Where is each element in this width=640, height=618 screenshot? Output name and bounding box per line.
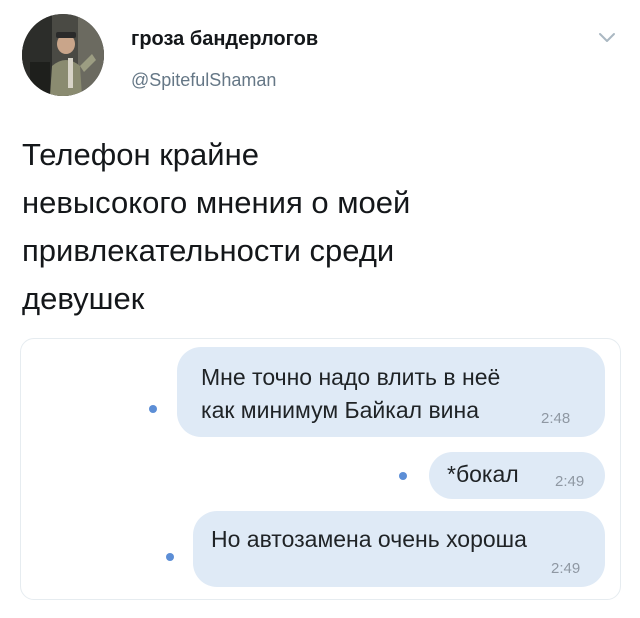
unread-dot-icon bbox=[149, 405, 157, 413]
unread-dot-icon bbox=[399, 472, 407, 480]
tweet-text-line: девушек bbox=[22, 281, 145, 316]
chevron-down-icon[interactable] bbox=[597, 30, 617, 46]
avatar-photo bbox=[22, 14, 104, 96]
message-time: 2:49 bbox=[555, 473, 585, 490]
tweet: гроза бандерлогов @SpitefulShaman Телефо… bbox=[0, 0, 640, 618]
message-text: Но автозамена очень хороша bbox=[211, 526, 527, 552]
attached-screenshot[interactable]: Мне точно надо влить в неё как минимум Б… bbox=[20, 338, 621, 600]
tweet-text-line: невысокого мнения о моей bbox=[22, 185, 411, 220]
avatar[interactable] bbox=[22, 14, 104, 96]
message-bubble: *бокал 2:49 bbox=[429, 452, 605, 499]
unread-dot-icon bbox=[166, 553, 174, 561]
message-time: 2:49 bbox=[551, 560, 581, 577]
message-time: 2:48 bbox=[541, 410, 571, 427]
tweet-text-line: Телефон крайне bbox=[22, 137, 259, 172]
message-bubble: Мне точно надо влить в неё как минимум Б… bbox=[177, 347, 605, 437]
author-handle[interactable]: @SpitefulShaman bbox=[131, 70, 276, 91]
message-text: Мне точно надо влить в неё bbox=[201, 364, 501, 390]
message-bubble: Но автозамена очень хороша 2:49 bbox=[193, 511, 605, 587]
tweet-text: Телефон крайне невысокого мнения о моей … bbox=[22, 131, 582, 323]
tweet-text-line: привлекательности среди bbox=[22, 233, 395, 268]
author-name[interactable]: гроза бандерлогов bbox=[131, 28, 318, 51]
